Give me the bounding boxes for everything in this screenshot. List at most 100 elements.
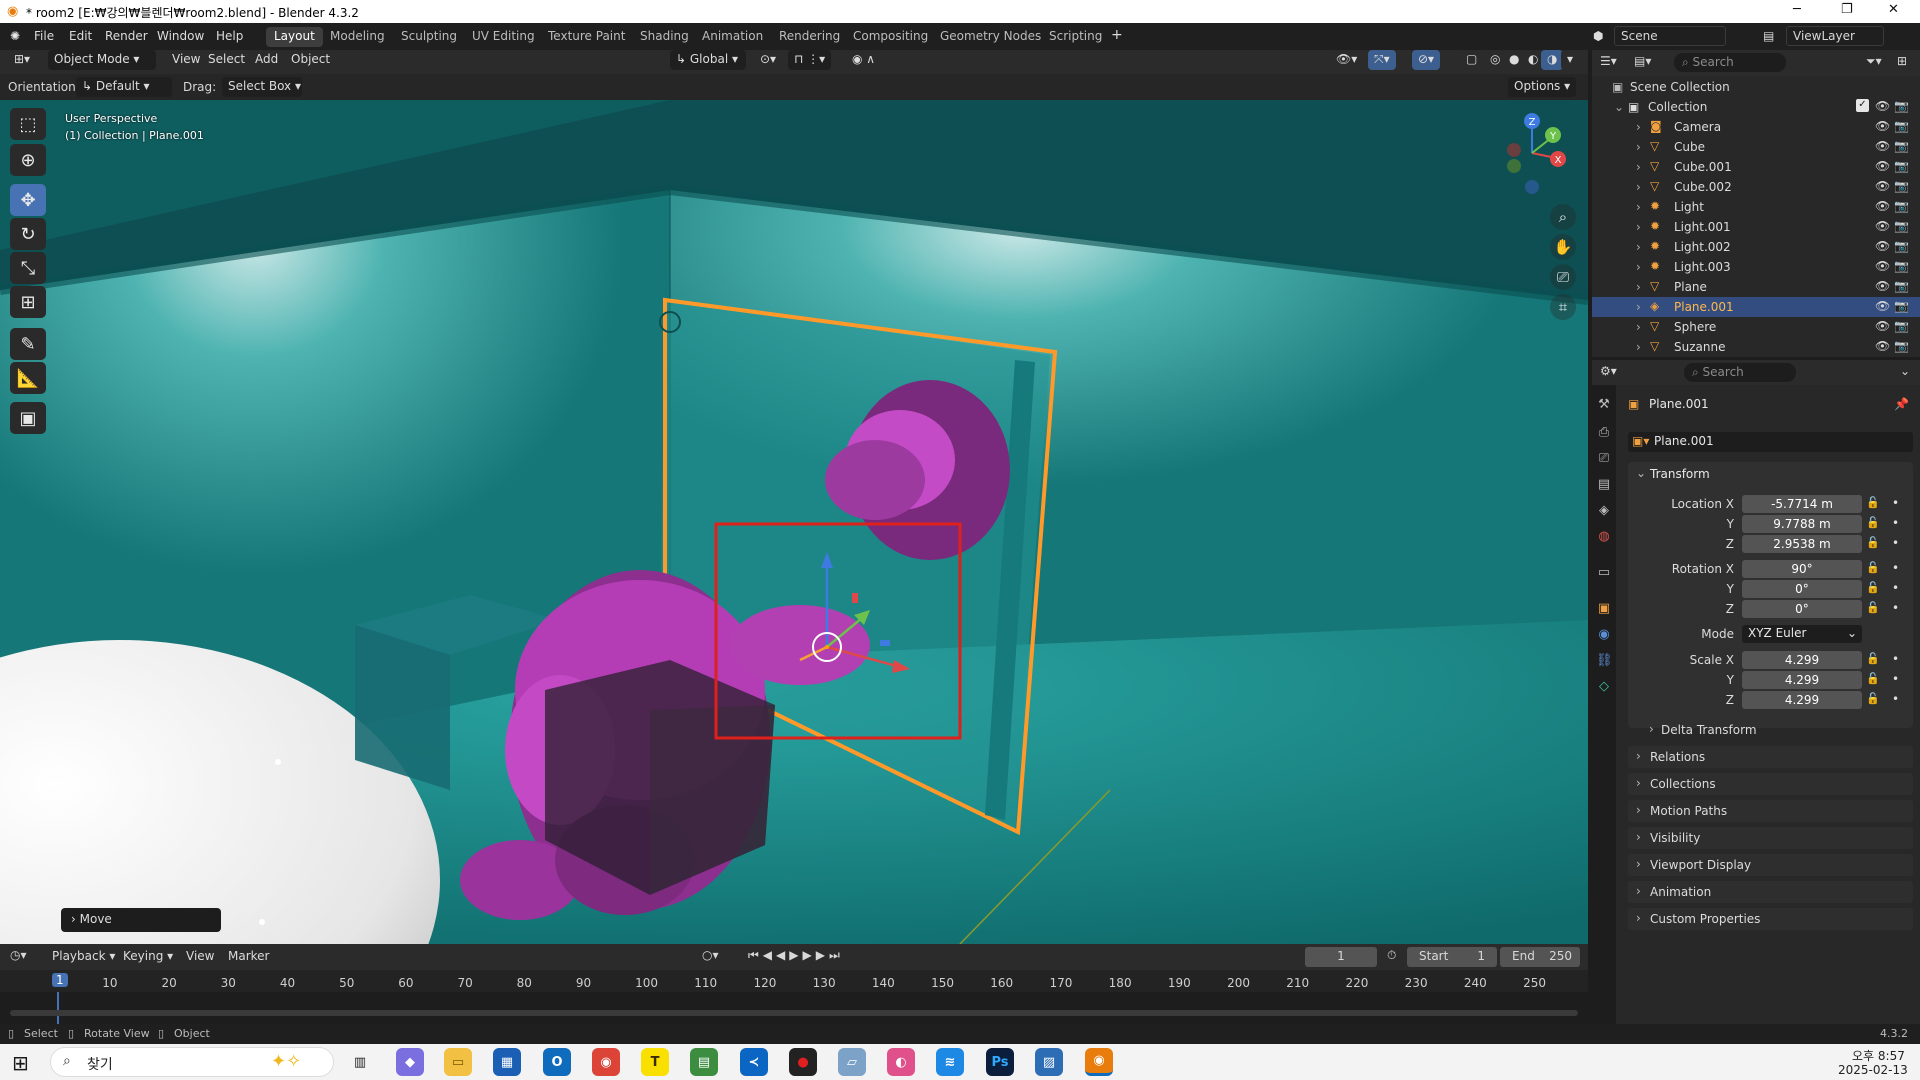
proportional-edit-icon[interactable]: ◉ ∧ xyxy=(846,50,882,70)
chevron-right-icon[interactable]: › xyxy=(1649,722,1654,736)
workspace-tab-scripting[interactable]: Scripting xyxy=(1041,27,1110,47)
view-layer-tab-icon[interactable]: ▤ xyxy=(1596,477,1612,493)
paint-icon[interactable]: ◐ xyxy=(887,1048,915,1076)
outliner-collection[interactable]: ⌄ ▣ Collection ✓ 👁 📷 xyxy=(1592,97,1920,117)
visibility-eye-icon[interactable]: 👁 xyxy=(1875,279,1890,293)
minimize-button[interactable]: ─ xyxy=(1793,2,1801,17)
menu-help[interactable]: Help xyxy=(216,29,243,43)
chevron-right-icon[interactable]: › xyxy=(1636,280,1641,294)
visibility-eye-icon[interactable]: 👁 xyxy=(1875,219,1890,233)
store-icon[interactable]: ▦ xyxy=(493,1048,521,1076)
section-viewport-display[interactable]: › Viewport Display xyxy=(1628,854,1913,876)
overlay-toggle-icon[interactable]: ⊘▾ xyxy=(1412,50,1441,70)
visibility-eye-icon[interactable]: 👁 xyxy=(1875,259,1890,273)
taskbar-search-box[interactable]: ⌕ 찾기 ✦✧ xyxy=(50,1047,334,1077)
menu-playback[interactable]: Playback ▾ xyxy=(46,947,122,967)
outliner-row-plane[interactable]: › ▽ Plane 👁 📷 xyxy=(1592,277,1920,297)
workspace-tab-rendering[interactable]: Rendering xyxy=(771,27,848,47)
workspace-tab-sculpting[interactable]: Sculpting xyxy=(393,27,465,47)
blender-taskbar-icon[interactable]: ◉ xyxy=(1085,1048,1113,1076)
annotate-tool-icon[interactable]: ✎ xyxy=(10,328,46,360)
section-visibility[interactable]: › Visibility xyxy=(1628,827,1913,849)
navigation-gizmo[interactable]: Z X Y xyxy=(1496,108,1568,198)
options-dropdown[interactable]: Options ▾ xyxy=(1508,77,1577,97)
menu-render[interactable]: Render xyxy=(105,29,148,43)
scale-y-field[interactable]: 4.299 xyxy=(1742,671,1862,689)
maximize-button[interactable]: ❐ xyxy=(1841,2,1853,17)
visibility-eye-icon[interactable]: 👁 xyxy=(1875,299,1890,313)
add-cube-tool-icon[interactable]: ▣ xyxy=(10,402,46,434)
move-tool-icon[interactable]: ✥ xyxy=(10,184,46,216)
render-camera-icon[interactable]: 📷 xyxy=(1894,319,1909,333)
section-collections[interactable]: › Collections xyxy=(1628,773,1913,795)
outliner-row-camera[interactable]: › ◙ Camera 👁 📷 xyxy=(1592,117,1920,137)
keyframe-dot-icon[interactable]: • xyxy=(1892,652,1899,666)
visibility-eye-icon[interactable]: 👁 xyxy=(1875,159,1890,173)
outliner-row-light-001[interactable]: › ✹ Light.001 👁 📷 xyxy=(1592,217,1920,237)
pin-icon[interactable]: 📌 xyxy=(1894,397,1909,411)
playback-controls[interactable]: ⏮◀◀▶▶▶⏭ xyxy=(748,948,844,963)
checkbox-icon[interactable]: ✓ xyxy=(1856,99,1869,112)
render-tab-icon[interactable]: ⎙ xyxy=(1596,425,1612,441)
collection-tab-icon[interactable]: ▭ xyxy=(1596,565,1612,581)
keyframe-dot-icon[interactable]: • xyxy=(1892,581,1899,595)
lock-icon[interactable]: 🔓 xyxy=(1866,652,1880,665)
keyframe-dot-icon[interactable]: • xyxy=(1892,692,1899,706)
outliner-scene-collection[interactable]: ▣ Scene Collection xyxy=(1592,77,1920,97)
display-mode-icon[interactable]: ▤▾ xyxy=(1634,54,1651,68)
3d-viewport[interactable]: User Perspective (1) Collection | Plane.… xyxy=(0,100,1588,944)
outliner-row-light-003[interactable]: › ✹ Light.003 👁 📷 xyxy=(1592,257,1920,277)
filter-icon[interactable]: ⏷▾ xyxy=(1866,54,1882,69)
scale-x-field[interactable]: 4.299 xyxy=(1742,651,1862,669)
measure-tool-icon[interactable]: 📐 xyxy=(10,362,46,394)
last-operator-panel[interactable]: › Move xyxy=(61,908,221,932)
cursor-tool-icon[interactable]: ⊕ xyxy=(10,144,46,176)
render-camera-icon[interactable]: 📷 xyxy=(1894,239,1909,253)
render-camera-icon[interactable]: 📷 xyxy=(1894,119,1909,133)
scene-tab-icon[interactable]: ◈ xyxy=(1596,503,1612,519)
outliner-row-cube-001[interactable]: › ▽ Cube.001 👁 📷 xyxy=(1592,157,1920,177)
chevron-right-icon[interactable]: › xyxy=(1636,260,1641,274)
visibility-eye-icon[interactable]: 👁 xyxy=(1875,319,1890,333)
menu-add[interactable]: Add xyxy=(249,50,285,70)
keyframe-dot-icon[interactable]: • xyxy=(1892,496,1899,510)
outliner-search-input[interactable]: ⌕ Search xyxy=(1674,53,1786,72)
chevron-right-icon[interactable]: › xyxy=(1636,140,1641,154)
keyframe-dot-icon[interactable]: • xyxy=(1892,561,1899,575)
chevron-right-icon[interactable]: › xyxy=(1636,160,1641,174)
chevron-right-icon[interactable]: › xyxy=(1636,300,1641,314)
camera-view-icon[interactable]: ⎚ xyxy=(1550,264,1576,290)
keyframe-dot-icon[interactable]: • xyxy=(1892,536,1899,550)
current-frame-field[interactable]: 1 xyxy=(1305,947,1377,967)
section-motion-paths[interactable]: › Motion Paths xyxy=(1628,800,1913,822)
timeline-scrollbar[interactable] xyxy=(10,1010,1578,1016)
ortho-grid-icon[interactable]: ⌗ xyxy=(1550,294,1576,320)
output-tab-icon[interactable]: ⎚ xyxy=(1596,451,1612,467)
timeline-body[interactable]: 1 10 20 30 40 50 60 70 80 90 100 110 120 130 140 150 160… xyxy=(0,970,1588,1024)
chevron-down-icon[interactable]: ⌄ xyxy=(1614,100,1624,114)
photoshop-icon[interactable]: Ps xyxy=(986,1048,1014,1076)
render-camera-icon[interactable]: 📷 xyxy=(1894,159,1909,173)
pan-hand-icon[interactable]: ✋ xyxy=(1550,234,1576,260)
constraints-tab-icon[interactable]: ⛓ xyxy=(1596,653,1613,669)
render-camera-icon[interactable]: 📷 xyxy=(1894,179,1909,193)
section-custom-properties[interactable]: › Custom Properties xyxy=(1628,908,1913,930)
outliner-row-cube[interactable]: › ▽ Cube 👁 📷 xyxy=(1592,137,1920,157)
menu-select[interactable]: Select xyxy=(202,50,252,70)
add-workspace-icon[interactable]: + xyxy=(1111,27,1123,43)
auto-keying-icon[interactable]: ○▾ xyxy=(702,948,719,962)
preview-range-icon[interactable]: ⏱ xyxy=(1387,948,1396,963)
chevron-right-icon[interactable]: › xyxy=(1636,340,1641,354)
world-tab-icon[interactable]: ◍ xyxy=(1596,529,1612,545)
close-button[interactable]: ✕ xyxy=(1888,2,1899,17)
delta-transform-label[interactable]: Delta Transform xyxy=(1661,723,1757,737)
snap-icon[interactable]: ⊓ ⋮▾ xyxy=(788,50,832,70)
keyframe-dot-icon[interactable]: • xyxy=(1892,516,1899,530)
menu-object[interactable]: Object xyxy=(285,50,337,70)
lock-icon[interactable]: 🔓 xyxy=(1866,561,1880,574)
lock-icon[interactable]: 🔓 xyxy=(1866,516,1880,529)
lock-icon[interactable]: 🔓 xyxy=(1866,601,1880,614)
image-viewer-icon[interactable]: ▨ xyxy=(1035,1048,1063,1076)
visibility-eye-icon[interactable]: 👁 xyxy=(1875,119,1890,133)
outliner-row-suzanne[interactable]: › ▽ Suzanne 👁 📷 xyxy=(1592,337,1920,357)
